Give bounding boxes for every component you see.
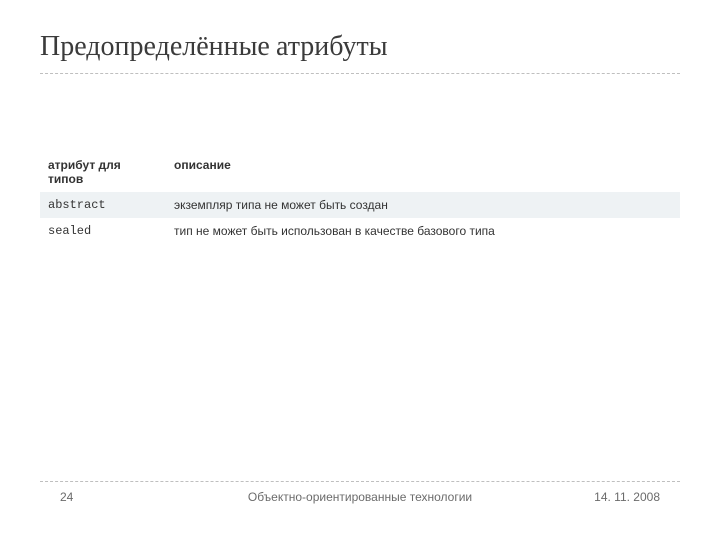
table-header-row: атрибут для типов описание xyxy=(40,152,680,192)
header-desc: описание xyxy=(166,152,680,192)
table-row: abstract экземпляр типа не может быть со… xyxy=(40,192,680,218)
cell-desc: экземпляр типа не может быть создан xyxy=(166,192,680,218)
footer-date: 14. 11. 2008 xyxy=(594,490,660,504)
table-row: sealed тип не может быть использован в к… xyxy=(40,218,680,244)
footer: 24 Объектно-ориентированные технологии 1… xyxy=(40,481,680,504)
cell-desc: тип не может быть использован в качестве… xyxy=(166,218,680,244)
cell-attr: sealed xyxy=(40,218,166,244)
slide: Предопределённые атрибуты атрибут для ти… xyxy=(0,0,720,540)
attributes-table: атрибут для типов описание abstract экзе… xyxy=(40,152,680,244)
cell-attr: abstract xyxy=(40,192,166,218)
footer-center: Объектно-ориентированные технологии xyxy=(40,490,680,504)
page-number: 24 xyxy=(60,490,73,504)
header-attr: атрибут для типов xyxy=(40,152,166,192)
page-title: Предопределённые атрибуты xyxy=(40,30,680,74)
